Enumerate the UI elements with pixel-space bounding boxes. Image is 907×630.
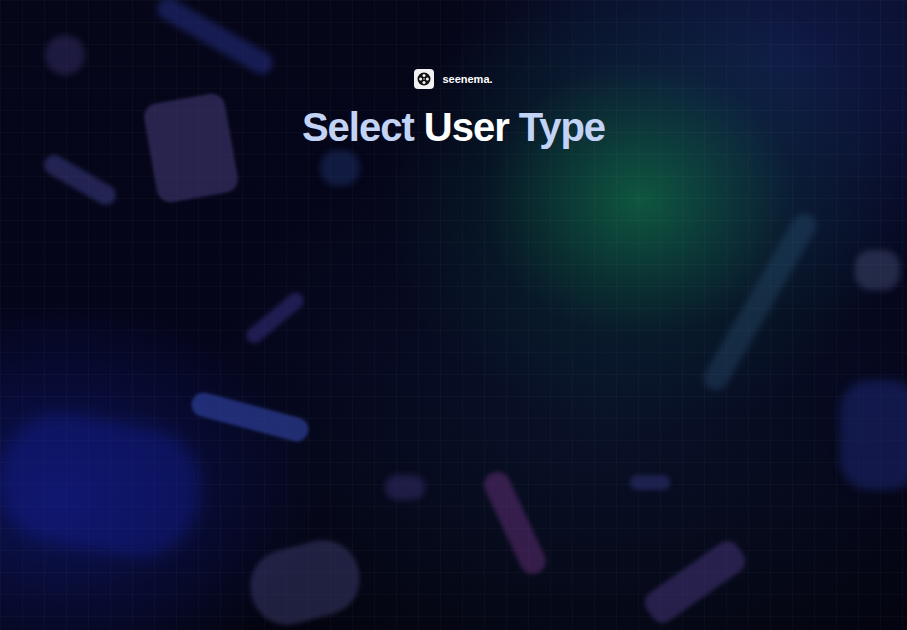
decorative-shape <box>640 537 750 628</box>
title-word: Select <box>302 103 414 151</box>
title-word: Type <box>519 103 605 151</box>
title-word: User <box>424 103 509 151</box>
decorative-shape <box>0 404 210 567</box>
background-grid <box>0 0 907 630</box>
page-title: SelectUserType <box>302 103 605 151</box>
decorative-shape <box>840 380 907 490</box>
decorative-shape <box>480 468 550 579</box>
decorative-shape <box>142 92 240 205</box>
brand-logo[interactable]: seenema. <box>414 69 492 89</box>
decorative-shape <box>320 150 360 186</box>
user-type-page: seenema. SelectUserType <box>0 0 907 630</box>
decorative-shape <box>630 475 670 490</box>
decorative-shape <box>242 532 368 630</box>
decorative-shape <box>40 151 119 208</box>
decorative-shape <box>243 289 307 346</box>
decorative-shape <box>45 35 85 75</box>
decorative-shape <box>153 0 277 78</box>
decorative-shape <box>700 209 821 394</box>
header: seenema. SelectUserType <box>302 0 605 151</box>
decorative-shape <box>855 250 900 290</box>
decorative-shape <box>189 390 311 444</box>
decorative-shape <box>385 475 425 500</box>
film-reel-icon <box>414 69 434 89</box>
brand-name: seenema. <box>442 73 492 85</box>
